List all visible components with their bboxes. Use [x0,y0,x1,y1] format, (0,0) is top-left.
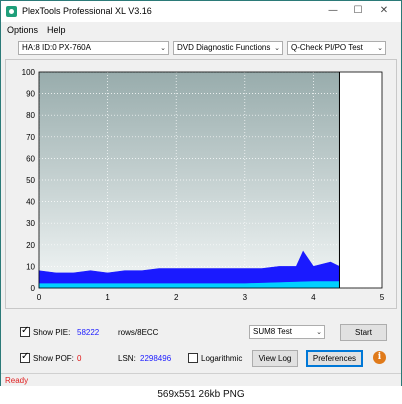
view-log-button[interactable]: View Log [252,350,298,367]
function-select-value: DVD Diagnostic Functions [177,43,271,52]
y-tick-label: 60 [26,154,35,163]
chart-panel: 100 90 80 70 60 50 40 30 20 10 0 0 1 2 3 4 5 [5,59,397,309]
x-tick-label: 4 [311,293,316,302]
image-caption-bar: 569x551 26kb PNG [0,386,402,404]
app-window: PlexTools Professional XL V3.16 — ☐ ✕ Op… [0,0,402,404]
chevron-down-icon: ⌄ [377,44,383,52]
x-tick-label: 2 [174,293,179,302]
start-button[interactable]: Start [340,324,387,341]
y-tick-label: 30 [26,219,35,228]
y-tick-label: 100 [22,68,36,77]
show-pof-label: Show POF: [33,354,74,363]
test-type-select-value: SUM8 Test [253,327,292,336]
chevron-down-icon: ⌄ [274,44,280,52]
y-tick-label: 0 [31,284,36,293]
menu-bar: Options Help [1,23,401,37]
function-select[interactable]: DVD Diagnostic Functions ⌄ [173,41,283,55]
test-mode-select-value: Q-Check PI/PO Test [291,43,363,52]
minimize-button[interactable]: — [323,4,343,18]
logarithmic-label: Logarithmic [201,354,243,363]
y-tick-label: 20 [26,241,35,250]
y-tick-label: 90 [26,90,35,99]
pie-value: 58222 [77,328,100,337]
maximize-button[interactable]: ☐ [348,4,368,18]
window-title: PlexTools Professional XL V3.16 [22,6,152,16]
menu-help[interactable]: Help [47,25,66,35]
status-text: Ready [5,376,29,385]
y-tick-label: 70 [26,133,35,142]
pi-chart: 10090807060504030201000 1 2 3 4 5 [22,68,385,302]
test-type-select[interactable]: SUM8 Test ⌄ [249,325,325,339]
y-tick-label: 40 [26,198,35,207]
pof-value: 0 [77,354,82,363]
info-icon[interactable]: i [373,351,386,364]
lsn-label: LSN: [118,354,136,363]
x-tick-label: 0 [37,293,42,302]
show-pie-checkbox[interactable] [20,325,30,337]
show-pie-label: Show PIE: [33,328,71,337]
menu-options[interactable]: Options [7,25,38,35]
y-tick-label: 80 [26,111,35,120]
x-tick-label: 3 [243,293,248,302]
close-button[interactable]: ✕ [374,4,394,18]
test-mode-select[interactable]: Q-Check PI/PO Test ⌄ [287,41,386,55]
x-tick-label: 1 [105,293,110,302]
y-tick-label: 50 [26,176,35,185]
app-icon [6,6,17,17]
image-caption: 569x551 26kb PNG [157,389,245,400]
drive-select[interactable]: HA:8 ID:0 PX-760A ⌄ [18,41,169,55]
pie-unit-label: rows/8ECC [118,328,159,337]
status-bar: Ready [1,373,401,387]
y-tick-label: 10 [26,262,35,271]
preferences-button[interactable]: Preferences [306,350,363,367]
x-tick-label: 5 [380,293,385,302]
drive-select-value: HA:8 ID:0 PX-760A [22,43,91,52]
chevron-down-icon: ⌄ [316,328,322,336]
title-bar: PlexTools Professional XL V3.16 — ☐ ✕ [1,1,401,22]
chevron-down-icon: ⌄ [160,44,166,52]
show-pof-checkbox[interactable] [20,351,30,363]
logarithmic-checkbox[interactable] [188,353,198,363]
lsn-value: 2298496 [140,354,172,363]
